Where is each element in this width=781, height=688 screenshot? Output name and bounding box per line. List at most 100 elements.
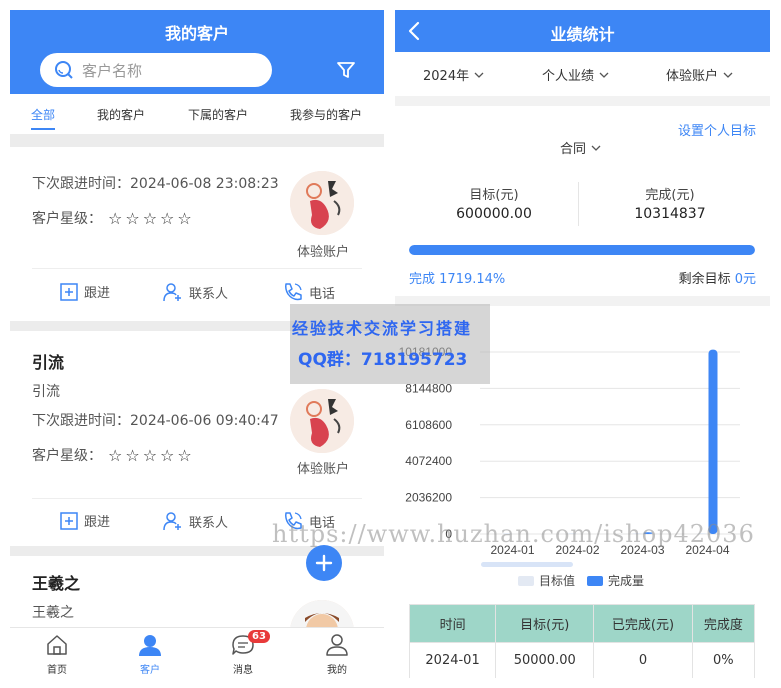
contact-button[interactable]: 联系人 <box>163 282 228 302</box>
contact-label: 联系人 <box>189 286 229 302</box>
nav-profile[interactable]: 我的 <box>312 634 362 676</box>
home-icon <box>47 635 67 655</box>
next-follow-time: 下次跟进时间：2024-06-06 09:40:47 <box>32 413 279 429</box>
tab-my-customers[interactable]: 我的客户 <box>97 106 145 123</box>
scope-select[interactable]: 个人业绩 <box>542 65 609 84</box>
plus-square-icon <box>60 511 78 530</box>
legend-target-swatch <box>518 576 534 586</box>
divider <box>578 182 579 226</box>
customer-source: 王羲之 <box>32 605 74 621</box>
legend-target-label: 目标值 <box>539 573 575 588</box>
star-rating: ☆ ☆ ☆ ☆ ☆ <box>108 446 192 465</box>
year-value: 2024年 <box>423 69 470 84</box>
star-icon: ☆ <box>108 446 123 465</box>
scope-value: 个人业绩 <box>542 69 595 84</box>
completion-prefix: 完成 <box>409 272 436 287</box>
target-label: 目标(元) <box>469 188 519 203</box>
target-value: 600000.00 <box>456 206 532 222</box>
col-header-target: 目标(元) <box>495 604 595 643</box>
account-value: 体验账户 <box>666 69 719 84</box>
header: 业绩统计 <box>395 10 770 52</box>
page-title: 我的客户 <box>164 24 229 43</box>
nav-home-label: 首页 <box>47 665 67 676</box>
nav-home[interactable]: 首页 <box>32 634 82 676</box>
star-icon: ☆ <box>160 209 175 228</box>
contact-button[interactable]: 联系人 <box>163 511 228 531</box>
legend-done-swatch <box>587 576 603 586</box>
unread-badge: 63 <box>248 630 270 643</box>
col-header-rate: 完成度 <box>691 604 756 643</box>
star-icon: ☆ <box>160 446 175 465</box>
monthly-table-panel: 时间 目标(元) 已完成(元) 完成度 2024-01 50000.00 0 0… <box>395 592 770 678</box>
star-icon: ☆ <box>142 209 158 228</box>
account-label: 体验账户 <box>296 462 349 477</box>
tab-subordinate-customers[interactable]: 下属的客户 <box>188 106 248 123</box>
cell-time: 2024-01 <box>408 642 497 678</box>
nav-customers[interactable]: 客户 <box>125 634 175 676</box>
nav-customers-label: 客户 <box>140 665 160 676</box>
star-icon: ☆ <box>177 209 192 228</box>
cell-target: 50000.00 <box>495 642 595 678</box>
star-icon: ☆ <box>125 209 140 228</box>
add-customer-button[interactable] <box>306 545 342 581</box>
plus-icon <box>315 554 333 572</box>
monthly-table: 时间 目标(元) 已完成(元) 完成度 2024-01 50000.00 0 0… <box>408 604 756 678</box>
col-header-time: 时间 <box>408 604 497 643</box>
tab-participating-customers[interactable]: 我参与的客户 <box>290 106 362 123</box>
customer-source: 引流 <box>32 384 60 400</box>
filter-icon[interactable] <box>336 60 356 80</box>
account-label: 体验账户 <box>296 245 349 260</box>
follow-button[interactable]: 跟进 <box>60 282 110 301</box>
chevron-down-icon <box>591 145 601 151</box>
tab-bar: 全部 我的客户 下属的客户 我参与的客户 <box>10 94 384 134</box>
target-summary-panel: 设置个人目标 合同 目标(元) 600000.00 完成(元) 10314837… <box>395 106 770 296</box>
search-icon <box>55 61 73 79</box>
user-icon <box>139 635 161 656</box>
star-rating: ☆ ☆ ☆ ☆ ☆ <box>108 209 192 228</box>
profile-icon <box>326 634 348 656</box>
cell-done: 0 <box>593 642 693 678</box>
search-input[interactable]: 客户名称 <box>40 53 272 87</box>
contract-select[interactable]: 合同 <box>560 138 601 157</box>
chevron-down-icon <box>723 72 733 78</box>
account-select[interactable]: 体验账户 <box>666 65 733 84</box>
year-select[interactable]: 2024年 <box>423 65 484 84</box>
table-row: 2024-01 50000.00 0 0% <box>408 642 756 678</box>
y-tick-label: 6108600 <box>405 418 452 432</box>
bottom-nav: 首页 客户 消息 63 我的 <box>10 627 384 678</box>
nav-messages-label: 消息 <box>233 665 253 676</box>
completion-percent: 1719.14% <box>439 272 506 287</box>
cell-rate: 0% <box>691 642 756 678</box>
customer-name: 引流 <box>32 353 65 372</box>
contact-label: 联系人 <box>189 515 229 531</box>
star-icon: ☆ <box>177 446 192 465</box>
phone-label: 电话 <box>309 286 336 302</box>
watermark-line2: QQ群：718195723 <box>298 350 468 370</box>
avatar <box>290 171 354 235</box>
completion-rate: 完成 1719.14% <box>409 268 505 287</box>
customer-name: 王羲之 <box>32 574 81 593</box>
page-title: 业绩统计 <box>550 25 615 44</box>
done-bar <box>708 349 718 534</box>
y-tick-label: 2036200 <box>405 491 452 505</box>
add-contact-icon <box>163 283 181 302</box>
set-personal-target-link[interactable]: 设置个人目标 <box>678 120 756 139</box>
avatar <box>290 389 354 453</box>
target-progress-bar <box>409 245 755 255</box>
y-tick-label: 4072400 <box>405 454 452 468</box>
nav-messages[interactable]: 消息 63 <box>218 630 270 676</box>
table-header-row: 时间 目标(元) 已完成(元) 完成度 <box>408 604 756 643</box>
filter-bar: 2024年 个人业绩 体验账户 <box>395 52 770 96</box>
phone-button[interactable]: 电话 <box>283 282 335 302</box>
header: 我的客户 客户名称 <box>10 10 384 94</box>
contract-value: 合同 <box>560 142 587 157</box>
done-value: 10314837 <box>634 206 706 222</box>
remaining-value: 0元 <box>734 272 756 287</box>
screenshot-root: 我的客户 客户名称 全部 我的客户 下属的客户 我参与的客户 下次跟进时间：20… <box>0 0 781 688</box>
done-label: 完成(元) <box>645 188 695 203</box>
tab-all[interactable]: 全部 <box>31 106 55 123</box>
customer-card[interactable]: 下次跟进时间：2024-06-08 23:08:23 客户星级： ☆ ☆ ☆ ☆ ☆ 体… <box>10 147 384 321</box>
plus-square-icon <box>60 282 78 301</box>
follow-button[interactable]: 跟进 <box>60 511 110 530</box>
search-placeholder: 客户名称 <box>82 61 143 80</box>
